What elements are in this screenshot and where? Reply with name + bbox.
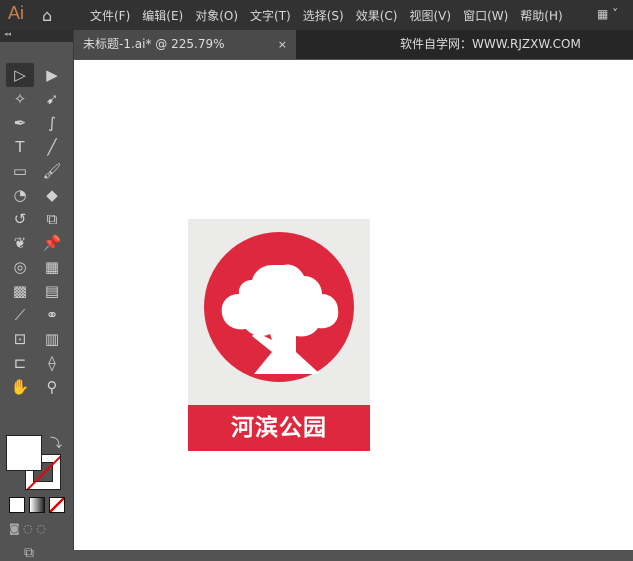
app-logo: Ai bbox=[8, 3, 25, 23]
menu-bar: Ai ⌂ 文件(F) 编辑(E) 对象(O) 文字(T) 选择(S) 效果(C) 视图(V)… bbox=[0, 0, 633, 30]
pin-tool[interactable]: 📌 bbox=[38, 231, 66, 255]
column-graph-tool[interactable]: ▥ bbox=[38, 327, 66, 351]
screen-mode-icon[interactable]: ⧉ bbox=[24, 545, 34, 561]
curvature-tool[interactable]: ∫ bbox=[38, 111, 66, 135]
menu-item[interactable]: 选择(S) bbox=[303, 7, 344, 24]
close-tab-icon[interactable]: × bbox=[278, 30, 287, 59]
lasso-tool[interactable]: ➹ bbox=[38, 87, 66, 111]
menu-item[interactable]: 文件(F) bbox=[90, 7, 130, 24]
perspective-grid-tool[interactable]: ▦ bbox=[38, 255, 66, 279]
park-name-banner: 河滨公园 bbox=[188, 405, 370, 451]
swap-fill-stroke-icon[interactable]: ⤵ bbox=[50, 434, 62, 451]
park-sign-artwork[interactable]: 河滨公园 bbox=[188, 219, 370, 451]
eraser-tool[interactable]: ◆ bbox=[38, 183, 66, 207]
workspace-switcher-icon[interactable]: ▦ ˅ bbox=[597, 7, 618, 21]
slice-tool[interactable]: ⟠ bbox=[38, 351, 66, 375]
watermark-text: 软件自学网：WWW.RJZXW.COM bbox=[400, 37, 581, 51]
menu-item[interactable]: 窗口(W) bbox=[463, 7, 508, 24]
menu-item[interactable]: 对象(O) bbox=[195, 7, 238, 24]
toolbar: ◂◂ ▷ ▶ ✧ ➹ ✒ ∫ T ╱ ▭ 🖌 ◔ ◆ ↺ ⧉ ❦ 📌 ◎ ▦ ▩ ▤ ⟋ ⚭ ⊡ ▥ ⊏ ⟠ ✋ ⚲ ⤵ ◙ ◌ ◌ … bbox=[0, 30, 74, 561]
selection-tool[interactable]: ▷ bbox=[6, 63, 34, 87]
rotate-tool[interactable]: ↺ bbox=[6, 207, 34, 231]
line-tool[interactable]: ╱ bbox=[38, 135, 66, 159]
draw-mode-icons[interactable]: ◙ ◌ ◌ bbox=[9, 522, 46, 535]
zoom-tool[interactable]: ⚲ bbox=[38, 375, 66, 399]
gradient-tool[interactable]: ▤ bbox=[38, 279, 66, 303]
pen-tool[interactable]: ✒ bbox=[6, 111, 34, 135]
home-icon[interactable]: ⌂ bbox=[42, 6, 52, 25]
document-tab-bar: 未标题-1.ai* @ 225.79% (CMYK/GPU 预览) × 软件自学… bbox=[74, 30, 633, 80]
menu-item[interactable]: 帮助(H) bbox=[520, 7, 562, 24]
menu-item[interactable]: 编辑(E) bbox=[142, 7, 183, 24]
none-mode-button[interactable] bbox=[49, 497, 65, 513]
tree-icon bbox=[221, 264, 339, 374]
hand-tool[interactable]: ✋ bbox=[6, 375, 34, 399]
menu-item[interactable]: 视图(V) bbox=[409, 7, 451, 24]
eyedropper-tool[interactable]: ⟋ bbox=[6, 303, 34, 327]
shape-builder-tool[interactable]: ◎ bbox=[6, 255, 34, 279]
direct-selection-tool[interactable]: ▶ bbox=[38, 63, 66, 87]
menu-item[interactable]: 效果(C) bbox=[356, 7, 398, 24]
symbol-sprayer-tool[interactable]: ⊡ bbox=[6, 327, 34, 351]
gradient-mode-button[interactable] bbox=[29, 497, 45, 513]
magic-wand-tool[interactable]: ✧ bbox=[6, 87, 34, 111]
collapse-toolbar-icon[interactable]: ◂◂ bbox=[0, 30, 73, 42]
warp-tool[interactable]: ❦ bbox=[6, 231, 34, 255]
type-tool[interactable]: T bbox=[6, 135, 34, 159]
mesh-tool[interactable]: ▩ bbox=[6, 279, 34, 303]
main-menu: 文件(F) 编辑(E) 对象(O) 文字(T) 选择(S) 效果(C) 视图(V) 窗口(W)… bbox=[90, 7, 563, 24]
artboard-tool[interactable]: ⊏ bbox=[6, 351, 34, 375]
fill-swatch[interactable] bbox=[6, 435, 42, 471]
canvas[interactable]: 河滨公园 bbox=[74, 60, 633, 550]
paintbrush-tool[interactable]: 🖌 bbox=[38, 159, 66, 183]
menu-item[interactable]: 文字(T) bbox=[250, 7, 291, 24]
shaper-tool[interactable]: ◔ bbox=[6, 183, 34, 207]
color-mode-button[interactable] bbox=[9, 497, 25, 513]
scale-tool[interactable]: ⧉ bbox=[38, 207, 66, 231]
rectangle-tool[interactable]: ▭ bbox=[6, 159, 34, 183]
blend-tool[interactable]: ⚭ bbox=[38, 303, 66, 327]
document-tab[interactable]: 未标题-1.ai* @ 225.79% (CMYK/GPU 预览) × bbox=[74, 30, 296, 80]
red-circle bbox=[204, 232, 354, 382]
